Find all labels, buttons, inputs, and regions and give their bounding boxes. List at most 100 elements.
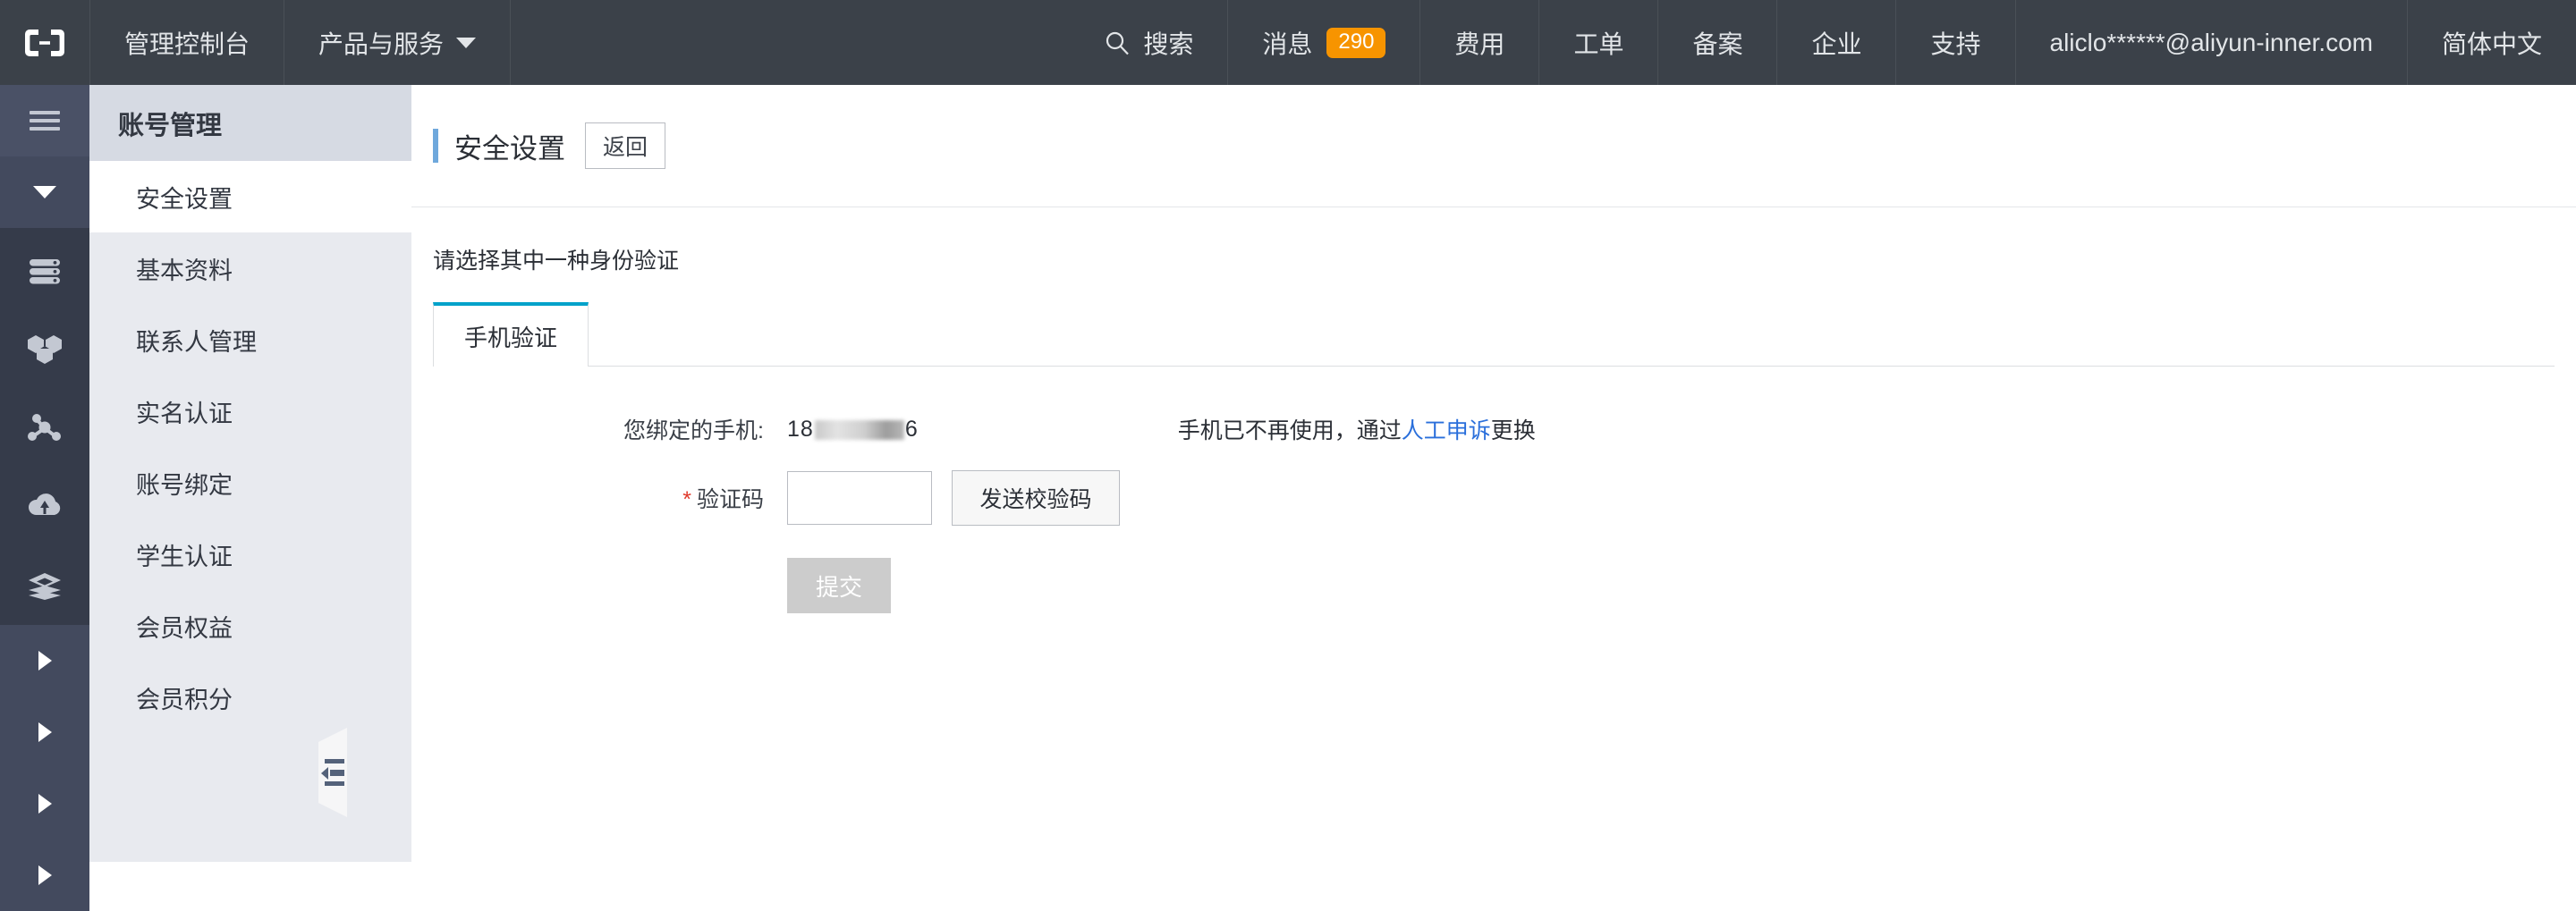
rail-item-storage[interactable] xyxy=(0,546,89,625)
layers-icon xyxy=(25,566,64,605)
tab-phone-verification[interactable]: 手机验证 xyxy=(433,302,589,367)
submit-button[interactable]: 提交 xyxy=(787,558,891,613)
code-label-text: 验证码 xyxy=(696,487,764,512)
nav-tickets[interactable]: 工单 xyxy=(1538,0,1657,85)
nav-messages-label: 消息 xyxy=(1262,30,1313,58)
nav-right-group: 搜索 消息 290 费用 工单 备案 企业 支持 aliclo******@al… xyxy=(1070,0,2576,85)
sidebar-item-real-name-auth[interactable]: 实名认证 xyxy=(89,375,411,447)
nav-search[interactable]: 搜索 xyxy=(1070,0,1227,85)
nav-products-and-services[interactable]: 产品与服务 xyxy=(284,0,510,85)
rail-item-servers[interactable] xyxy=(0,232,89,310)
sidebar-item-label: 实名认证 xyxy=(136,400,233,427)
required-marker: * xyxy=(682,487,691,512)
account-email-label: aliclo******@aliyun-inner.com xyxy=(2049,28,2373,56)
rail-group-expand-1[interactable] xyxy=(0,625,89,696)
nav-spacer xyxy=(510,0,1070,85)
sidebar-item-label: 会员权益 xyxy=(136,614,233,642)
rail-item-cloud[interactable] xyxy=(0,468,89,546)
chevron-right-icon xyxy=(38,651,52,671)
network-nodes-icon xyxy=(25,409,64,448)
sidebar-title: 账号管理 xyxy=(89,85,411,161)
hexagon-cluster-icon xyxy=(25,330,64,369)
sidebar-item-basic-info[interactable]: 基本资料 xyxy=(89,232,411,304)
nav-enterprise[interactable]: 企业 xyxy=(1776,0,1895,85)
manual-appeal-link[interactable]: 人工申诉 xyxy=(1402,418,1491,443)
chevron-right-icon xyxy=(38,865,52,885)
left-icon-rail xyxy=(0,85,89,911)
sidebar-item-contacts[interactable]: 联系人管理 xyxy=(89,304,411,375)
search-icon xyxy=(1104,30,1131,56)
nav-icp-label: 备案 xyxy=(1692,30,1743,58)
nav-language[interactable]: 简体中文 xyxy=(2406,0,2576,85)
verification-code-row: * 验证码 发送校验码 xyxy=(411,470,2576,526)
hint-text-before: 手机已不再使用，通过 xyxy=(1177,418,1402,443)
main-content: 安全设置 返回 请选择其中一种身份验证 手机验证 您绑定的手机: 18 6 手机已… xyxy=(411,85,2576,862)
rail-item-containers[interactable] xyxy=(0,310,89,389)
verification-code-input[interactable] xyxy=(787,471,932,525)
aliyun-logo-icon xyxy=(24,28,65,58)
nav-account-email[interactable]: aliclo******@aliyun-inner.com xyxy=(2014,0,2407,85)
collapse-panel-icon xyxy=(321,757,344,788)
chevron-down-icon xyxy=(33,186,56,198)
phone-redaction-mask xyxy=(814,419,904,440)
sidebar-item-label: 基本资料 xyxy=(136,257,233,284)
sidebar-item-security-settings[interactable]: 安全设置 xyxy=(89,161,411,232)
hamburger-menu-icon xyxy=(30,106,60,135)
message-count-badge: 290 xyxy=(1326,27,1386,58)
bound-phone-label: 您绑定的手机: xyxy=(623,418,764,443)
rail-hamburger-button[interactable] xyxy=(0,85,89,156)
nav-language-label: 简体中文 xyxy=(2441,30,2542,58)
sidebar-item-label: 安全设置 xyxy=(136,185,233,213)
bound-phone-row: 您绑定的手机: 18 6 手机已不再使用，通过人工申诉更换 xyxy=(411,413,2576,445)
rail-group-expand-4[interactable] xyxy=(0,839,89,911)
nav-enterprise-label: 企业 xyxy=(1811,30,1862,58)
phone-prefix: 18 xyxy=(787,416,814,442)
nav-billing[interactable]: 费用 xyxy=(1419,0,1538,85)
account-sidebar: 账号管理 安全设置 基本资料 联系人管理 实名认证 账号绑定 学生认证 会员权益… xyxy=(89,85,411,862)
nav-console[interactable]: 管理控制台 xyxy=(89,0,284,85)
rail-collapse-button[interactable] xyxy=(0,156,89,228)
tab-label: 手机验证 xyxy=(464,324,558,351)
nav-billing-label: 费用 xyxy=(1454,30,1505,58)
rail-product-icons xyxy=(0,228,89,625)
phone-suffix: 6 xyxy=(904,416,919,442)
rail-collapsed-groups xyxy=(0,625,89,911)
title-accent-bar xyxy=(433,129,438,163)
sidebar-item-label: 账号绑定 xyxy=(136,471,233,499)
nav-console-label: 管理控制台 xyxy=(124,30,250,58)
server-stack-icon xyxy=(25,251,64,291)
nav-support-label: 支持 xyxy=(1930,30,1981,58)
nav-search-label: 搜索 xyxy=(1143,30,1194,58)
sidebar-item-label: 学生认证 xyxy=(136,543,233,570)
sidebar-item-label: 联系人管理 xyxy=(136,328,257,356)
chevron-right-icon xyxy=(38,722,52,742)
page-title: 安全设置 xyxy=(454,132,565,164)
nav-icp-filing[interactable]: 备案 xyxy=(1657,0,1776,85)
chevron-down-icon xyxy=(456,37,477,48)
send-verification-code-button[interactable]: 发送校验码 xyxy=(952,470,1120,526)
nav-support[interactable]: 支持 xyxy=(1895,0,2014,85)
sidebar-item-member-benefits[interactable]: 会员权益 xyxy=(89,590,411,662)
submit-row: 提交 xyxy=(411,558,2576,613)
sidebar-item-student-auth[interactable]: 学生认证 xyxy=(89,519,411,590)
chevron-right-icon xyxy=(38,794,52,814)
nav-tickets-label: 工单 xyxy=(1573,30,1624,58)
sidebar-item-member-points[interactable]: 会员积分 xyxy=(89,662,411,733)
sidebar-item-label: 会员积分 xyxy=(136,686,233,713)
rail-group-expand-3[interactable] xyxy=(0,768,89,839)
rail-item-network[interactable] xyxy=(0,389,89,468)
bound-phone-value: 18 6 xyxy=(787,417,919,443)
sidebar-item-account-binding[interactable]: 账号绑定 xyxy=(89,447,411,519)
cloud-upload-icon xyxy=(25,487,64,527)
page-header: 安全设置 返回 xyxy=(411,85,2576,207)
verification-tabs: 手机验证 xyxy=(433,302,2555,367)
nav-products-label: 产品与服务 xyxy=(318,30,445,58)
aliyun-logo[interactable] xyxy=(0,0,89,85)
rail-group-expand-2[interactable] xyxy=(0,696,89,768)
top-navigation-bar: 管理控制台 产品与服务 搜索 消息 290 费用 工单 备案 企业 支持 ali… xyxy=(0,0,2576,85)
verification-section-label: 请选择其中一种身份验证 xyxy=(433,249,680,274)
nav-messages[interactable]: 消息 290 xyxy=(1227,0,1419,85)
verification-form: 您绑定的手机: 18 6 手机已不再使用，通过人工申诉更换 * 验证码 发送校验码 … xyxy=(411,367,2576,613)
back-button[interactable]: 返回 xyxy=(585,122,666,169)
phone-change-hint: 手机已不再使用，通过人工申诉更换 xyxy=(1178,413,1536,445)
